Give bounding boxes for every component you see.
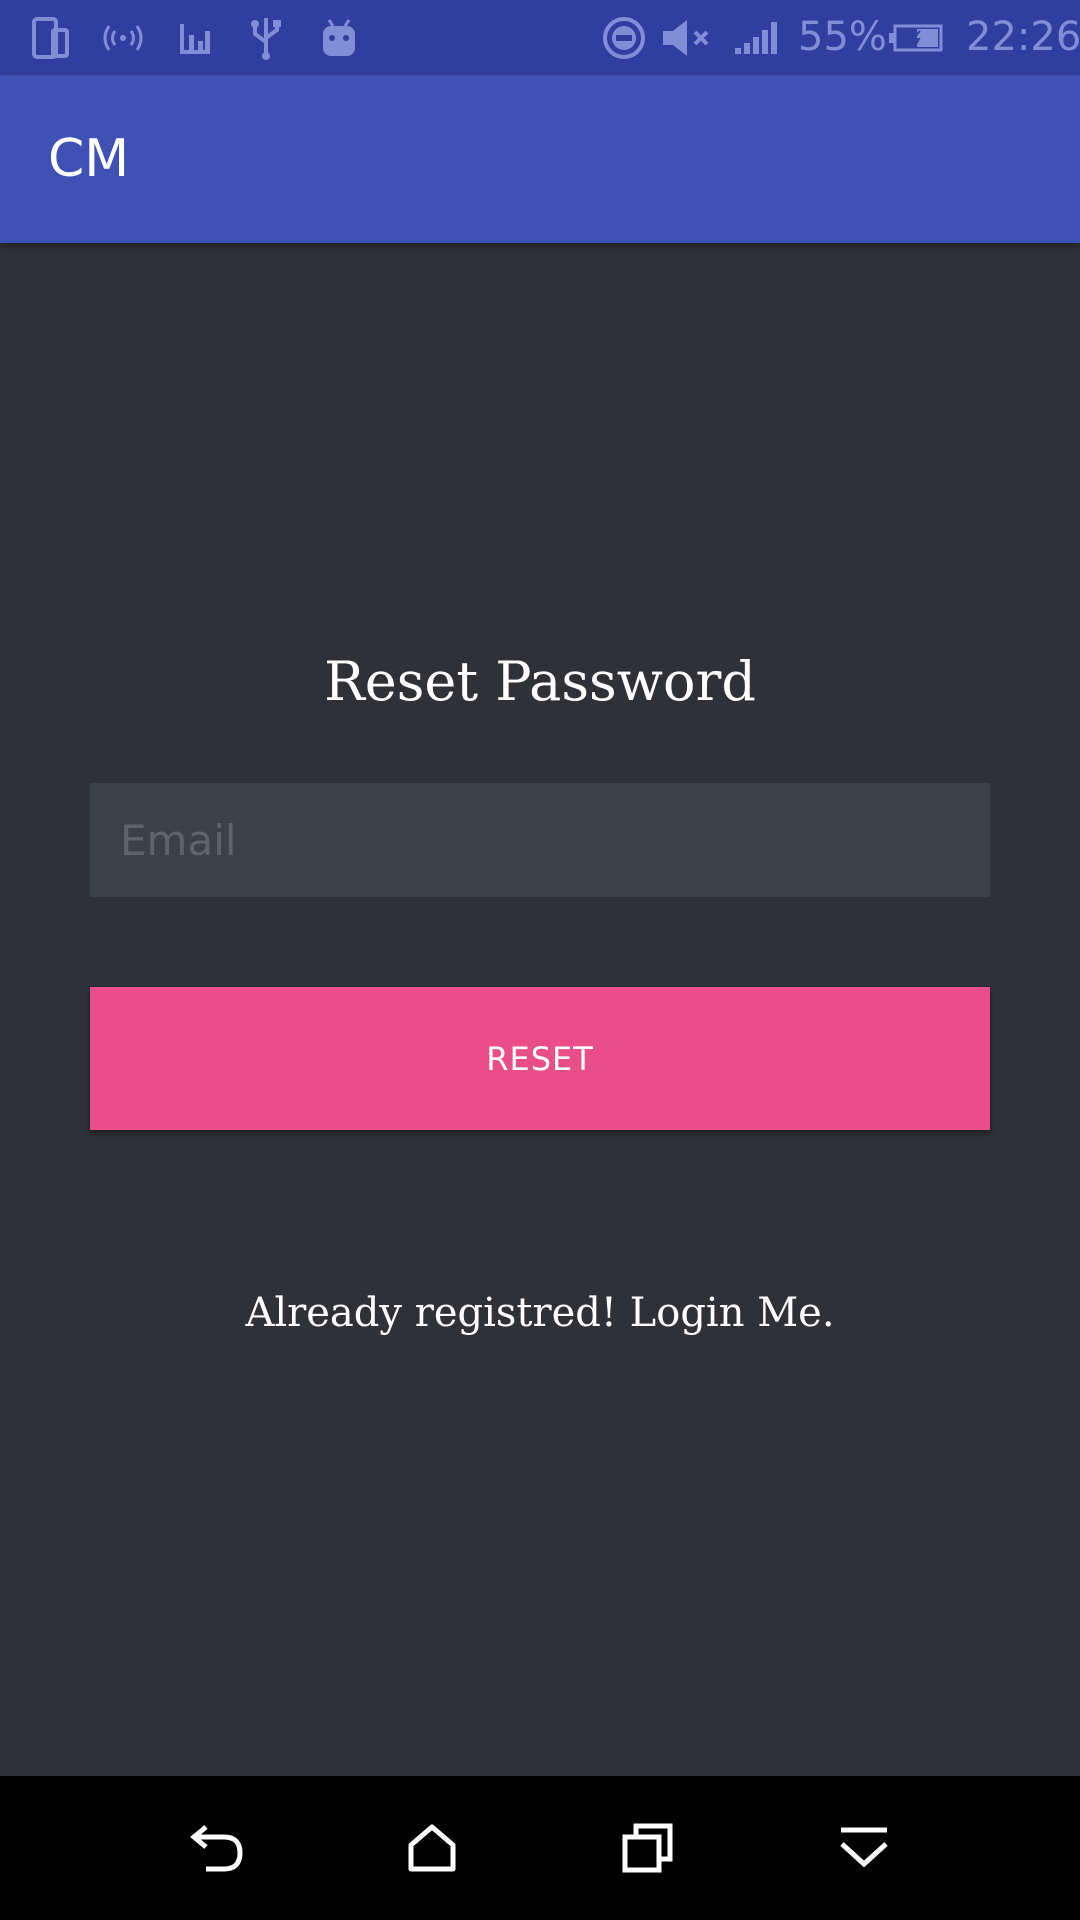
mute-icon	[660, 0, 716, 75]
battery-charging-icon	[886, 0, 946, 75]
do-not-disturb-icon	[600, 0, 648, 75]
email-field[interactable]	[90, 783, 990, 897]
page-title: Reset Password	[324, 650, 756, 713]
status-bar: 55% 22:26	[0, 0, 1080, 75]
hotspot-icon	[100, 0, 146, 75]
usb-icon	[246, 0, 286, 75]
signal-icon	[732, 0, 784, 75]
reset-button[interactable]: RESET	[90, 987, 990, 1130]
recents-icon[interactable]	[588, 1776, 708, 1920]
navigation-bar	[0, 1776, 1080, 1920]
screen: 55% 22:26 CM Reset Password RESET Alread…	[0, 0, 1080, 1920]
stats-icon	[176, 0, 216, 75]
phone-dual-icon	[28, 0, 74, 75]
login-link[interactable]: Already registred! Login Me.	[0, 1290, 1080, 1336]
collapse-icon[interactable]	[804, 1776, 924, 1920]
app-bar: CM	[0, 75, 1080, 243]
home-icon[interactable]	[372, 1776, 492, 1920]
back-icon[interactable]	[156, 1776, 276, 1920]
battery-percent: 55%	[798, 14, 887, 60]
android-icon	[318, 0, 360, 75]
clock: 22:26	[966, 14, 1080, 60]
app-title: CM	[48, 129, 130, 189]
